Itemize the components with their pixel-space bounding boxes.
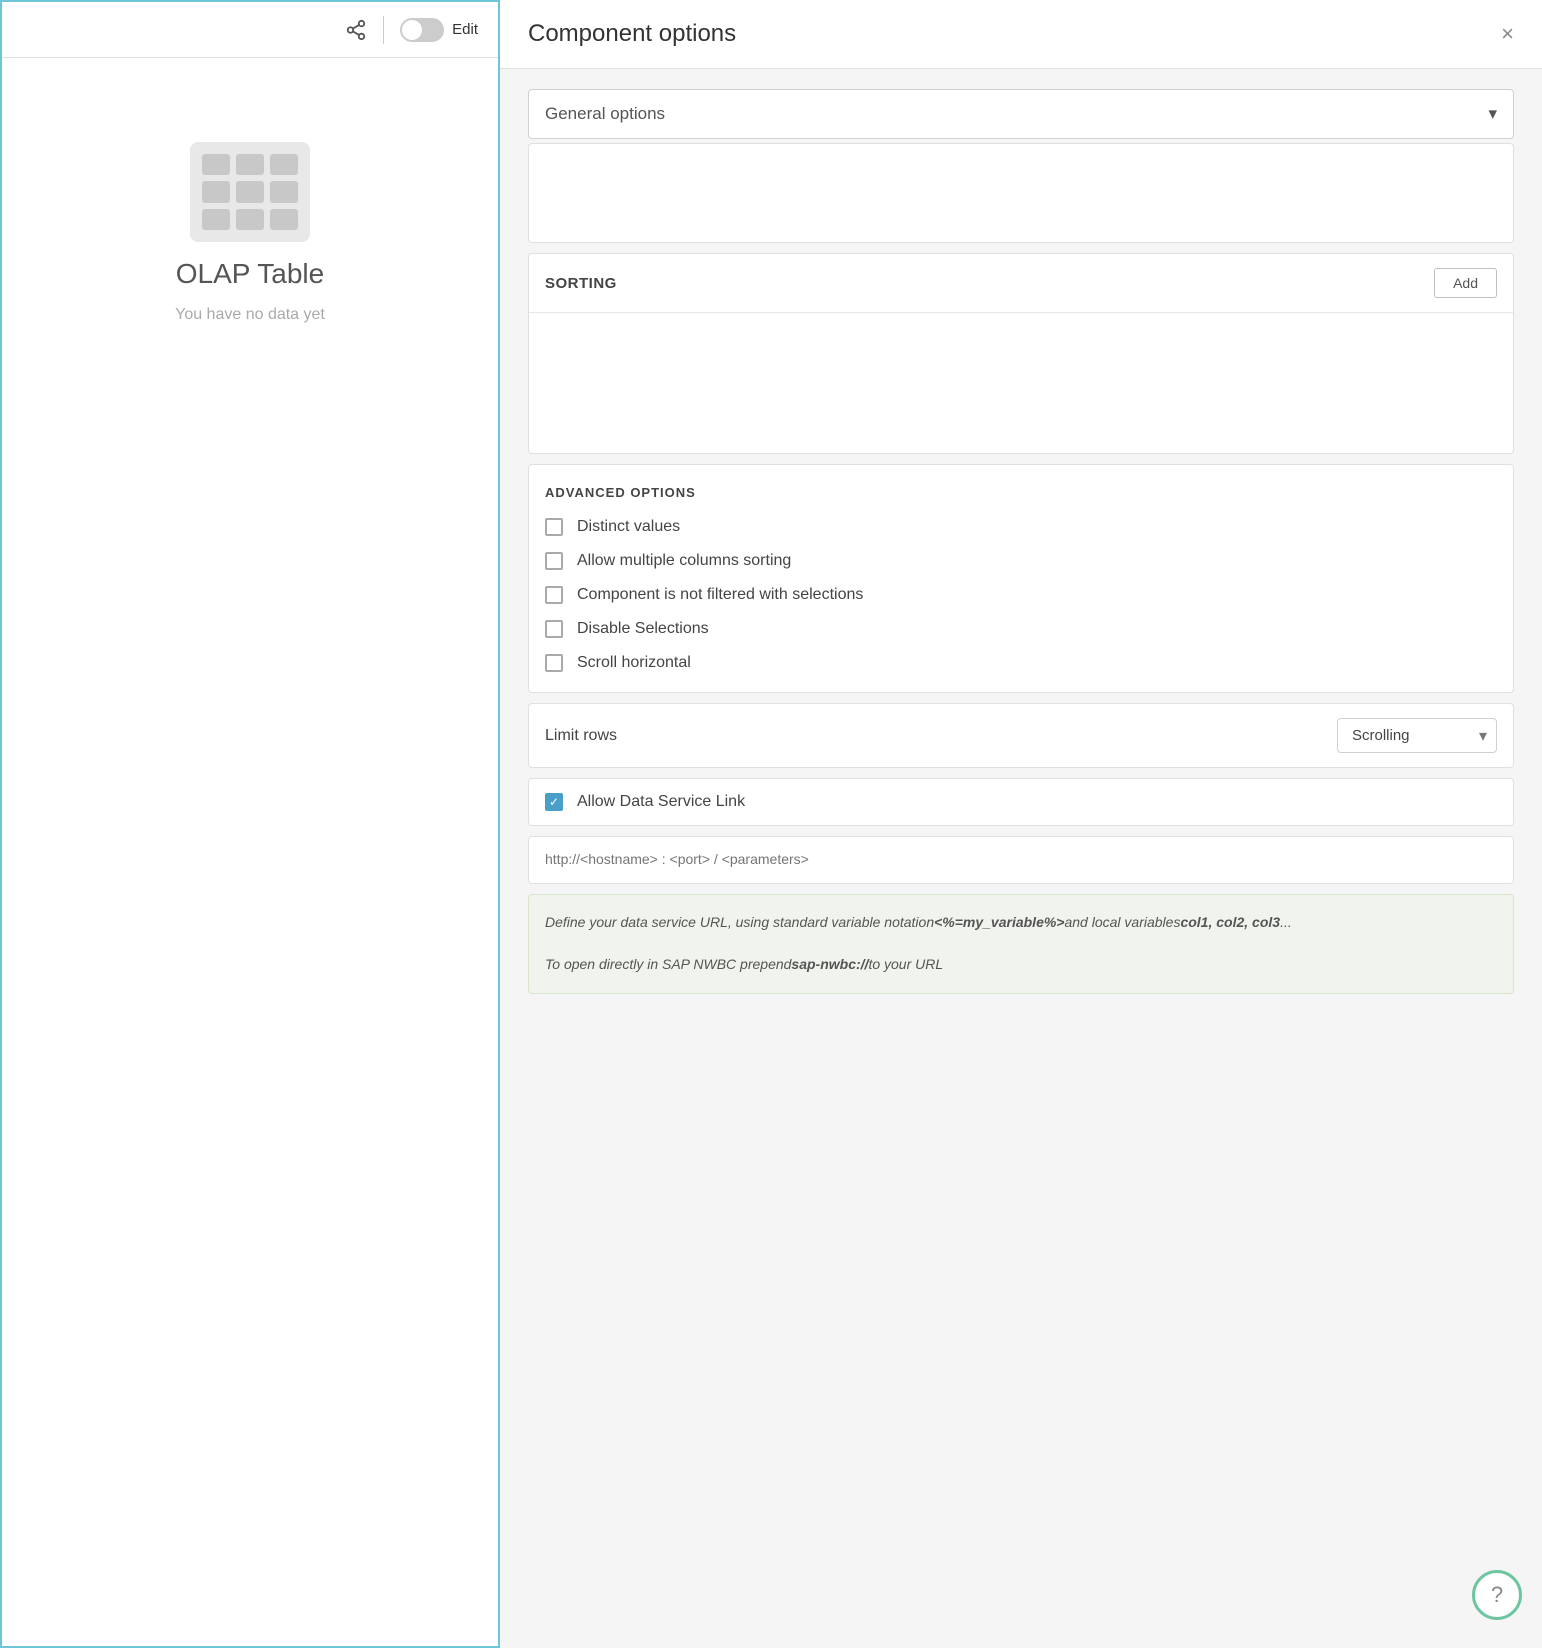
disable-sel-label: Disable Selections xyxy=(577,620,709,638)
olap-cell xyxy=(270,181,298,202)
url-input[interactable] xyxy=(545,851,1497,867)
olap-cell xyxy=(270,209,298,230)
sorting-header: SORTING Add xyxy=(529,254,1513,313)
distinct-label: Distinct values xyxy=(577,518,680,536)
distinct-checkbox[interactable] xyxy=(545,518,563,536)
panel-header: Component options × xyxy=(500,0,1542,69)
close-button[interactable]: × xyxy=(1501,23,1514,45)
disable-sel-checkbox[interactable] xyxy=(545,620,563,638)
data-service-row: Allow Data Service Link xyxy=(528,778,1514,826)
checkbox-item-not-filtered: Component is not filtered with selection… xyxy=(545,586,1497,604)
limit-rows-row: Limit rows Scrolling 10 20 50 100 200 xyxy=(528,703,1514,768)
multi-sort-label: Allow multiple columns sorting xyxy=(577,552,791,570)
panel-title: Component options xyxy=(528,20,736,48)
olap-title: OLAP Table xyxy=(176,258,324,290)
share-button[interactable] xyxy=(345,19,367,41)
olap-cell xyxy=(202,154,230,175)
advanced-title: ADVANCED OPTIONS xyxy=(545,485,1497,500)
not-filtered-label: Component is not filtered with selection… xyxy=(577,586,863,604)
right-panel: Component options × General options ▾ SO… xyxy=(500,0,1542,1648)
help-button[interactable]: ? xyxy=(1472,1570,1522,1620)
general-options-content xyxy=(528,143,1514,243)
toggle-knob xyxy=(402,20,422,40)
sorting-label: SORTING xyxy=(545,275,617,292)
limit-rows-select[interactable]: Scrolling 10 20 50 100 200 xyxy=(1337,718,1497,753)
data-service-checkbox[interactable] xyxy=(545,793,563,811)
olap-subtitle: You have no data yet xyxy=(175,306,325,324)
info-box: Define your data service URL, using stan… xyxy=(528,894,1514,994)
olap-cell xyxy=(202,181,230,202)
general-options-label: General options xyxy=(545,104,665,124)
not-filtered-checkbox[interactable] xyxy=(545,586,563,604)
divider xyxy=(383,16,384,44)
limit-rows-select-wrapper: Scrolling 10 20 50 100 200 xyxy=(1337,718,1497,753)
checkbox-item-distinct: Distinct values xyxy=(545,518,1497,536)
limit-rows-label: Limit rows xyxy=(545,727,617,745)
top-bar: Edit xyxy=(2,2,498,58)
toggle-container: Edit xyxy=(400,18,478,42)
data-service-label: Allow Data Service Link xyxy=(577,793,745,811)
sorting-section: SORTING Add xyxy=(528,253,1514,454)
sorting-body xyxy=(529,313,1513,453)
info-text: Define your data service URL, using stan… xyxy=(545,911,1497,935)
url-section xyxy=(528,836,1514,884)
add-button[interactable]: Add xyxy=(1434,268,1497,298)
checkbox-item-scroll-h: Scroll horizontal xyxy=(545,654,1497,672)
panel-content: General options ▾ SORTING Add ADVANCED O… xyxy=(500,69,1542,1648)
general-options-dropdown[interactable]: General options ▾ xyxy=(528,89,1514,139)
edit-toggle[interactable] xyxy=(400,18,444,42)
olap-icon xyxy=(190,142,310,242)
info-text-2: To open directly in SAP NWBC prependsap-… xyxy=(545,953,1497,977)
scroll-h-label: Scroll horizontal xyxy=(577,654,691,672)
olap-area: OLAP Table You have no data yet xyxy=(175,142,325,324)
olap-cell xyxy=(270,154,298,175)
left-panel: Edit OLAP Table You have no data yet xyxy=(0,0,500,1648)
advanced-section: ADVANCED OPTIONS Distinct values Allow m… xyxy=(528,464,1514,693)
edit-label: Edit xyxy=(452,21,478,38)
olap-cell xyxy=(236,181,264,202)
checkbox-item-disable-sel: Disable Selections xyxy=(545,620,1497,638)
checkbox-item-multi-sort: Allow multiple columns sorting xyxy=(545,552,1497,570)
olap-cell xyxy=(236,154,264,175)
olap-cell xyxy=(202,209,230,230)
dropdown-arrow-icon: ▾ xyxy=(1488,104,1497,124)
scroll-h-checkbox[interactable] xyxy=(545,654,563,672)
olap-cell xyxy=(236,209,264,230)
multi-sort-checkbox[interactable] xyxy=(545,552,563,570)
